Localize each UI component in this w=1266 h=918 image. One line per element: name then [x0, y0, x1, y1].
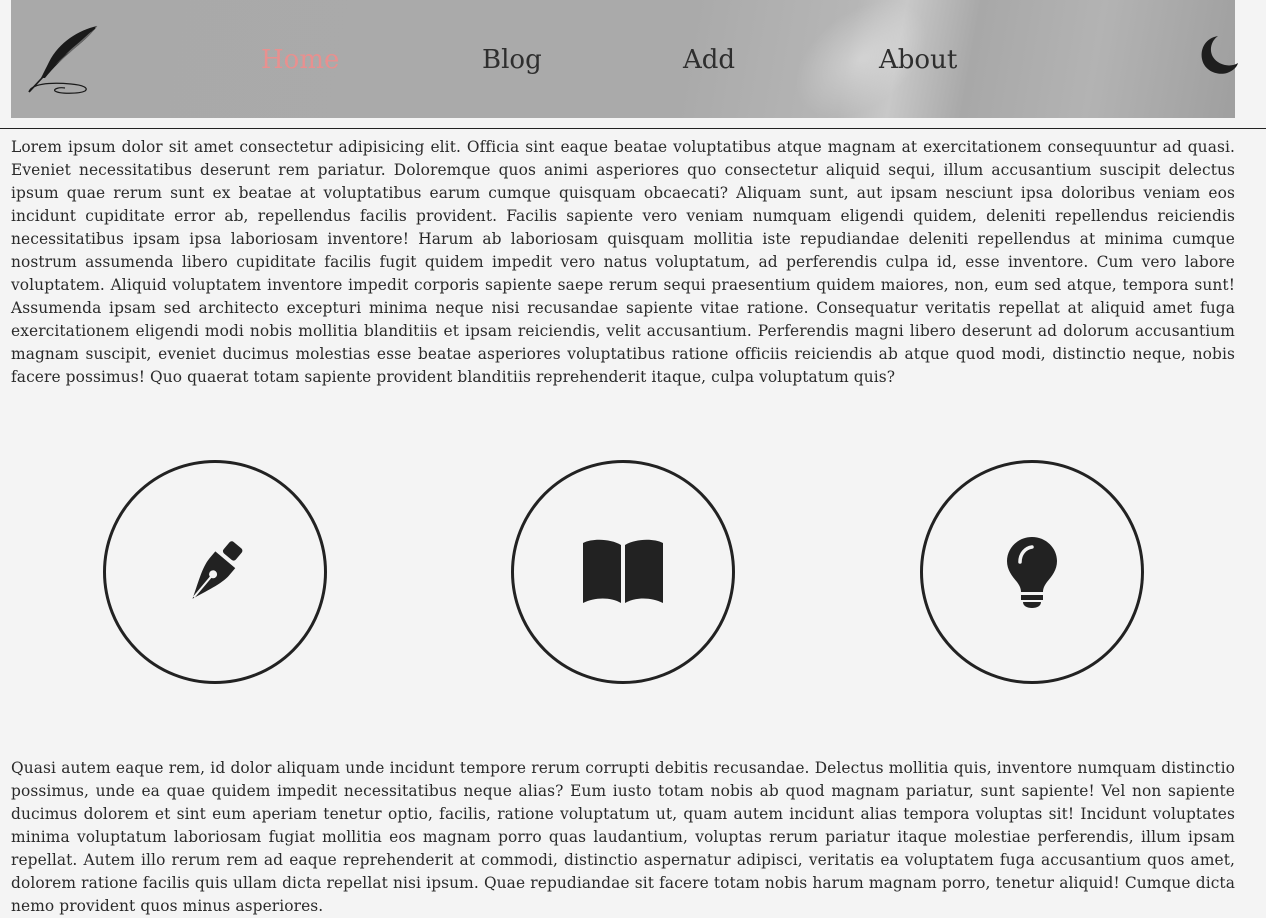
lightbulb-icon [1007, 537, 1057, 608]
open-book-icon [583, 539, 663, 603]
feature-circle-read[interactable] [511, 460, 735, 684]
quill-feather-icon[interactable] [19, 22, 101, 96]
header-divider [0, 128, 1266, 129]
nav-link-home[interactable]: Home [261, 40, 339, 80]
nav-link-about[interactable]: About [879, 40, 957, 80]
feature-circle-ideas[interactable] [920, 460, 1144, 684]
fountain-pen-icon [192, 541, 243, 599]
nav-link-blog[interactable]: Blog [482, 40, 542, 80]
moon-icon[interactable] [1196, 32, 1242, 78]
secondary-paragraph: Quasi autem eaque rem, id dolor aliquam … [11, 759, 1235, 915]
nav-link-add[interactable]: Add [683, 40, 735, 80]
site-header: Home Blog Add About [11, 0, 1235, 118]
intro-paragraph: Lorem ipsum dolor sit amet consectetur a… [11, 138, 1235, 386]
feature-circle-write[interactable] [103, 460, 327, 684]
